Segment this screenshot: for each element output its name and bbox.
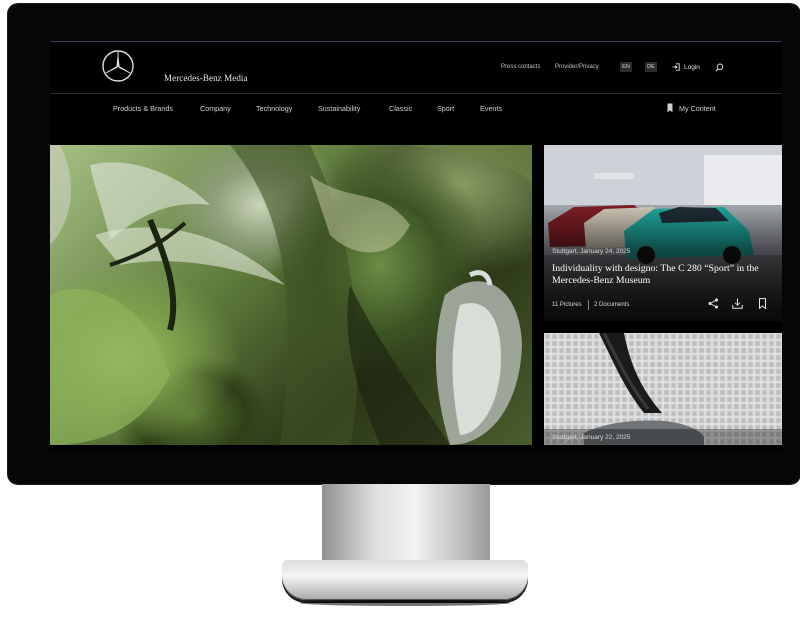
- card-title[interactable]: Individuality with designo: The C 280 “S…: [552, 263, 774, 287]
- my-content-link[interactable]: My Content: [679, 104, 716, 113]
- bookmark-icon[interactable]: [757, 298, 768, 309]
- nav-events[interactable]: Events: [480, 104, 502, 113]
- bookmark-icon[interactable]: [667, 103, 673, 113]
- monitor-stand-base: [282, 560, 528, 600]
- monitor-stand-shadow: [300, 600, 510, 606]
- press-contacts-link[interactable]: Press contacts: [501, 64, 540, 70]
- card-photo: [544, 333, 782, 445]
- login-link[interactable]: Login: [684, 64, 700, 71]
- search-icon[interactable]: [715, 63, 724, 72]
- nav-products-brands[interactable]: Products & Brands: [113, 104, 173, 113]
- provider-privacy-link[interactable]: Provider/Privacy: [555, 64, 599, 70]
- lang-en-button[interactable]: EN: [620, 62, 632, 72]
- share-icon[interactable]: [708, 298, 719, 309]
- hero-image[interactable]: [50, 145, 532, 445]
- card-date: Stuttgart, January 24, 2025: [552, 248, 631, 255]
- nav-sustainability[interactable]: Sustainability: [318, 104, 360, 113]
- monitor-stand-neck: [322, 484, 490, 572]
- news-card[interactable]: Stuttgart, January 22, 2025: [544, 333, 782, 445]
- mercedes-star-icon[interactable]: [101, 49, 135, 83]
- monitor-bezel: Mercedes-Benz Media Press contacts Provi…: [8, 4, 800, 484]
- card-gradient: [544, 145, 782, 321]
- screen: Mercedes-Benz Media Press contacts Provi…: [50, 41, 782, 451]
- nav-company[interactable]: Company: [200, 104, 231, 113]
- download-icon[interactable]: [732, 298, 743, 309]
- site-header: Mercedes-Benz Media Press contacts Provi…: [50, 42, 782, 94]
- nav-classic[interactable]: Classic: [389, 104, 412, 113]
- documents-count[interactable]: 2 Documents: [594, 302, 629, 308]
- meta-divider: [588, 300, 589, 310]
- lang-de-button[interactable]: DE: [645, 62, 657, 72]
- nav-technology[interactable]: Technology: [256, 104, 292, 113]
- nav-sport[interactable]: Sport: [437, 104, 454, 113]
- pictures-count[interactable]: 11 Pictures: [552, 302, 582, 308]
- login-icon[interactable]: [672, 63, 680, 71]
- card-date: Stuttgart, January 22, 2025: [552, 434, 631, 441]
- hero-artwork: [50, 145, 532, 445]
- news-card[interactable]: Stuttgart, January 24, 2025 Individualit…: [544, 145, 782, 321]
- brand-name[interactable]: Mercedes-Benz Media: [164, 73, 248, 83]
